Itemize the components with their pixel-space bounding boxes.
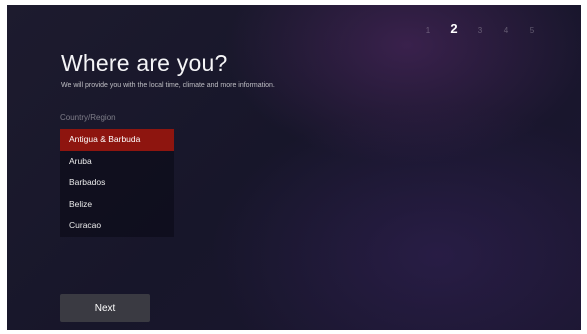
country-option-aruba[interactable]: Aruba [60,151,174,173]
step-4: 4 [503,26,509,35]
step-5: 5 [529,26,535,35]
step-2-current: 2 [450,21,458,36]
country-option-belize[interactable]: Belize [60,194,174,216]
country-region-label: Country/Region [60,113,116,122]
country-option-antigua-barbuda[interactable]: Antigua & Barbuda [60,129,174,151]
page-subtitle: We will provide you with the local time,… [61,82,275,89]
step-1: 1 [425,26,431,35]
next-button[interactable]: Next [60,294,150,322]
setup-screen: 1 2 3 4 5 Where are you? We will provide… [7,5,581,330]
country-option-barbados[interactable]: Barbados [60,172,174,194]
country-region-list[interactable]: Antigua & Barbuda Aruba Barbados Belize … [60,129,174,237]
step-3: 3 [477,26,483,35]
country-option-curacao[interactable]: Curacao [60,215,174,237]
page-title: Where are you? [61,50,228,76]
step-indicator: 1 2 3 4 5 [423,21,537,36]
